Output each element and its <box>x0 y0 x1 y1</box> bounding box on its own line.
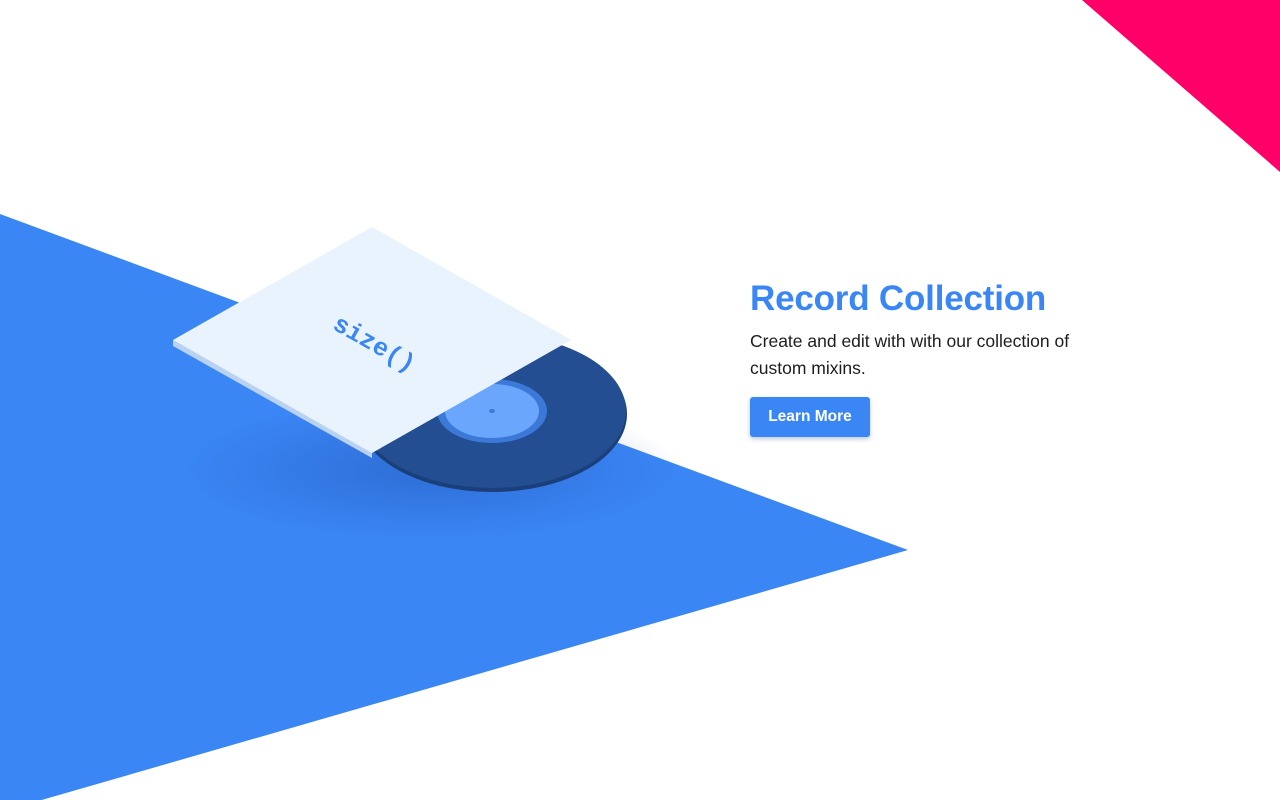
page-title: Record Collection <box>750 279 1047 318</box>
record-spindle-hole <box>489 409 495 413</box>
hero-section: size() Record Collection Create and edit… <box>0 0 1280 800</box>
learn-more-button[interactable]: Learn More <box>750 397 870 437</box>
hero-copy: Record Collection Create and edit with w… <box>750 278 1110 437</box>
magenta-corner-shape <box>1082 0 1280 172</box>
hero-description: Create and edit with with our collection… <box>750 331 1070 378</box>
